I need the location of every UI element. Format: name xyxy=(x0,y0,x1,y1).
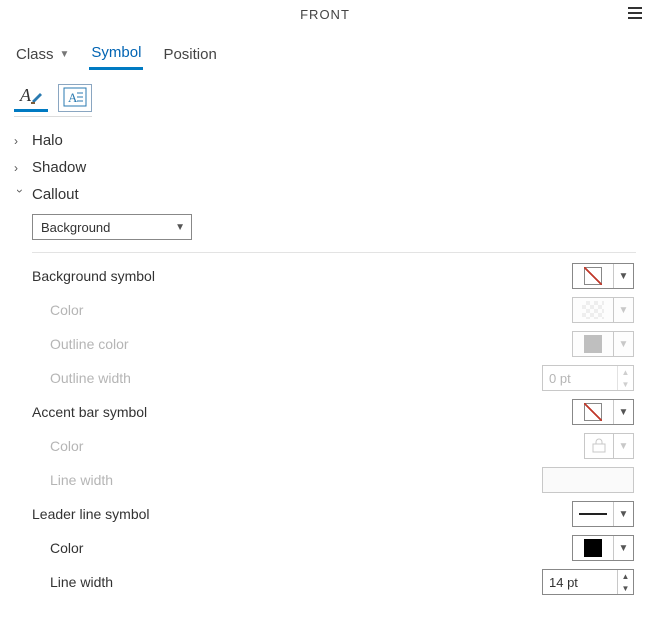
callout-body: Background ▼ Background symbol ▼ Color xyxy=(14,208,636,599)
spinner-up-icon[interactable]: ▲ xyxy=(618,570,633,582)
svg-text:A: A xyxy=(19,85,32,105)
accent-color-label: Color xyxy=(32,438,83,454)
group-callout-label: Callout xyxy=(32,186,79,203)
accent-line-width-input xyxy=(542,467,634,493)
tab-symbol[interactable]: Symbol xyxy=(89,40,143,70)
no-fill-icon xyxy=(584,267,602,285)
background-symbol-label: Background symbol xyxy=(32,268,155,284)
bg-color-label: Color xyxy=(32,302,83,318)
panel-title: FRONT xyxy=(300,7,350,22)
leader-line-width-label: Line width xyxy=(32,574,113,590)
caret-down-icon: ▼ xyxy=(614,433,634,459)
group-shadow-label: Shadow xyxy=(32,159,86,176)
chevron-right-icon: › xyxy=(14,134,26,148)
leader-line-symbol-picker[interactable]: ▼ xyxy=(572,501,634,527)
row-leader-line-width: Line width 14 pt ▲ ▼ xyxy=(32,565,636,599)
caret-down-icon: ▼ xyxy=(613,400,633,424)
tab-class-label: Class xyxy=(16,46,54,63)
group-halo-label: Halo xyxy=(32,132,63,149)
subtab-formatting[interactable]: A xyxy=(14,84,48,112)
row-leader-line-symbol: Leader line symbol ▼ xyxy=(32,497,636,531)
tab-class[interactable]: Class ▼ xyxy=(14,42,71,69)
row-leader-color: Color ▼ xyxy=(32,531,636,565)
leader-line-width-value: 14 pt xyxy=(543,570,617,594)
top-tabs: Class ▼ Symbol Position xyxy=(0,28,650,70)
caret-down-icon: ▼ xyxy=(613,502,633,526)
divider xyxy=(32,252,636,253)
row-accent-line-width: Line width xyxy=(32,463,636,497)
leader-line-symbol-label: Leader line symbol xyxy=(32,506,150,522)
accent-bar-symbol-picker[interactable]: ▼ xyxy=(572,399,634,425)
caret-down-icon: ▼ xyxy=(175,222,185,233)
subtab-text-box[interactable]: A xyxy=(58,84,92,112)
accent-line-width-label: Line width xyxy=(32,472,113,488)
svg-text:A: A xyxy=(68,90,78,105)
caret-down-icon: ▼ xyxy=(613,298,633,322)
bg-outline-width-spinner: 0 pt ▲ ▼ xyxy=(542,365,634,391)
bg-outline-color-picker: ▼ xyxy=(572,331,634,357)
accent-bar-symbol-label: Accent bar symbol xyxy=(32,404,147,420)
text-box-icon: A xyxy=(63,87,87,107)
caret-down-icon: ▼ xyxy=(613,332,633,356)
leader-color-picker[interactable]: ▼ xyxy=(572,535,634,561)
row-bg-outline-width: Outline width 0 pt ▲ ▼ xyxy=(32,361,636,395)
tab-symbol-label: Symbol xyxy=(91,44,141,61)
group-halo[interactable]: › Halo xyxy=(14,127,636,154)
chevron-right-icon: › xyxy=(14,161,26,175)
symbol-subtabs: A A xyxy=(0,70,650,112)
tab-position[interactable]: Position xyxy=(161,42,218,69)
accent-color-picker xyxy=(584,433,614,459)
caret-down-icon: ▼ xyxy=(613,264,633,288)
no-fill-icon xyxy=(584,403,602,421)
line-sample-icon xyxy=(579,513,607,515)
spinner-down-icon[interactable]: ▼ xyxy=(618,582,633,594)
leader-color-label: Color xyxy=(32,540,83,556)
row-background-symbol: Background symbol ▼ xyxy=(32,259,636,293)
row-bg-color: Color ▼ xyxy=(32,293,636,327)
tab-position-label: Position xyxy=(163,46,216,63)
gray-swatch-icon xyxy=(584,335,602,353)
group-shadow[interactable]: › Shadow xyxy=(14,154,636,181)
leader-line-width-spinner[interactable]: 14 pt ▲ ▼ xyxy=(542,569,634,595)
caret-down-icon: ▼ xyxy=(613,536,633,560)
text-brush-icon: A xyxy=(18,85,44,107)
black-swatch-icon xyxy=(584,539,602,557)
callout-type-value: Background xyxy=(41,220,110,235)
spinner-down-icon: ▼ xyxy=(618,378,633,390)
bg-outline-color-label: Outline color xyxy=(32,336,129,352)
caret-down-icon: ▼ xyxy=(60,49,70,60)
callout-type-dropdown[interactable]: Background ▼ xyxy=(32,214,192,240)
row-accent-color: Color ▼ xyxy=(32,429,636,463)
row-bg-outline-color: Outline color ▼ xyxy=(32,327,636,361)
spinner-up-icon: ▲ xyxy=(618,366,633,378)
group-callout[interactable]: › Callout xyxy=(14,181,636,208)
background-symbol-picker[interactable]: ▼ xyxy=(572,263,634,289)
bg-color-picker: ▼ xyxy=(572,297,634,323)
chevron-down-icon: › xyxy=(13,189,27,201)
bg-outline-width-label: Outline width xyxy=(32,370,131,386)
locked-color-icon xyxy=(591,438,607,454)
menu-button[interactable] xyxy=(626,4,644,22)
row-accent-bar-symbol: Accent bar symbol ▼ xyxy=(32,395,636,429)
bg-outline-width-value: 0 pt xyxy=(543,366,617,390)
transparent-swatch-icon xyxy=(582,301,604,319)
